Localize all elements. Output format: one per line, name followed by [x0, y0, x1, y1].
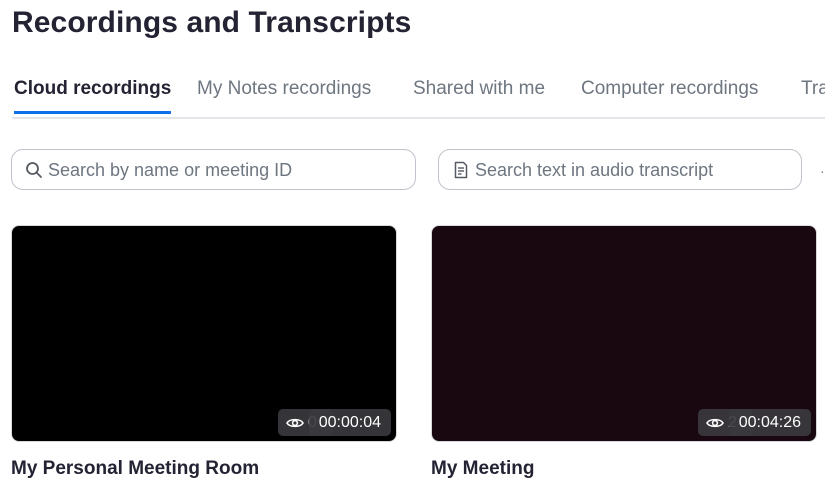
recording-title[interactable]: My Meeting	[431, 458, 817, 480]
tab-bar: Cloud recordings My Notes recordings Sha…	[12, 70, 825, 119]
tab-cloud-recordings[interactable]: Cloud recordings	[14, 78, 172, 114]
recording-thumbnail[interactable]: 2 00:04:26	[431, 225, 817, 442]
recording-card[interactable]: 2 00:04:26 My Meeting	[431, 225, 817, 480]
search-input[interactable]	[48, 158, 403, 182]
page-title: Recordings and Transcripts	[12, 6, 412, 39]
duration-badge: 00:00:04	[308, 409, 391, 436]
tab-computer-recordings[interactable]: Computer recordings	[581, 78, 758, 112]
recording-card[interactable]: 0 00:00:04 My Personal Meeting Room	[11, 225, 397, 480]
name-search-field[interactable]	[11, 149, 416, 190]
tab-shared-with-me[interactable]: Shared with me	[413, 78, 545, 112]
recordings-page: Recordings and Transcripts Cloud recordi…	[0, 0, 825, 484]
eye-icon	[706, 418, 724, 428]
eye-icon	[286, 418, 304, 428]
transcript-icon	[452, 161, 470, 179]
overflow-indicator: ·	[820, 163, 825, 179]
search-icon	[25, 161, 43, 179]
recording-title[interactable]: My Personal Meeting Room	[11, 458, 397, 480]
tab-transcripts-truncated[interactable]: Tra	[801, 78, 825, 112]
transcript-search-input[interactable]	[475, 158, 789, 182]
tab-my-notes-recordings[interactable]: My Notes recordings	[197, 78, 371, 112]
transcript-search-field[interactable]	[438, 149, 802, 190]
duration-badge: 00:04:26	[728, 409, 811, 436]
recording-thumbnail[interactable]: 0 00:00:04	[11, 225, 397, 442]
